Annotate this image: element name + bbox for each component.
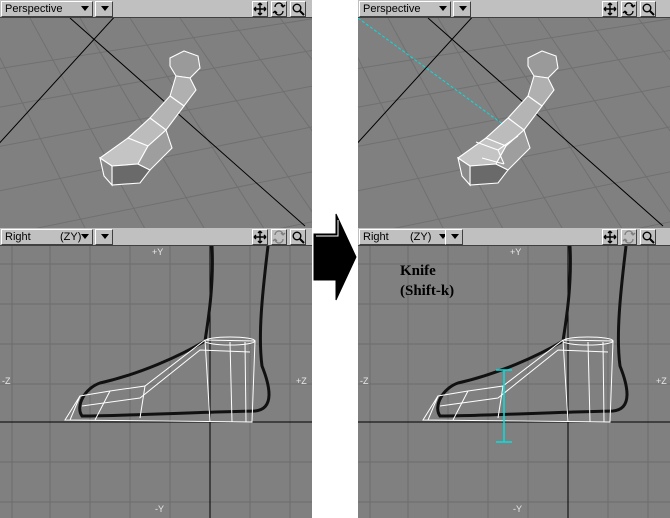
- chevron-down-icon: [459, 6, 467, 11]
- magnifier-icon: [292, 3, 305, 16]
- perspective-scene: [358, 18, 670, 228]
- axis-label-top: +Y: [152, 247, 164, 257]
- rotate-view-button[interactable]: [621, 229, 637, 245]
- rotate-view-button[interactable]: [621, 1, 637, 17]
- boot-mesh: [99, 50, 201, 187]
- rotate-view-button[interactable]: [271, 229, 287, 245]
- magnifier-icon: [292, 231, 305, 244]
- right-arrow-icon: [313, 213, 357, 301]
- move-icon: [253, 230, 267, 244]
- move-icon: [253, 2, 267, 16]
- rotate-icon: [272, 2, 286, 16]
- axis-label-bottom: -Y: [513, 504, 522, 514]
- axis-label: (ZY): [410, 231, 432, 243]
- axis-label-top: +Y: [510, 247, 522, 257]
- right-perspective-viewport[interactable]: Perspective: [358, 0, 670, 228]
- reference-outline: [436, 246, 629, 418]
- left-perspective-viewport[interactable]: Perspective: [0, 0, 312, 228]
- reference-outline: [78, 246, 271, 418]
- view-options-dropdown[interactable]: [95, 1, 113, 17]
- tool-shortcut: (Shift-k): [400, 283, 455, 299]
- view-type-dropdown[interactable]: Perspective: [359, 1, 451, 17]
- chevron-down-icon: [439, 6, 447, 11]
- chevron-down-icon: [101, 6, 109, 11]
- view-type-dropdown[interactable]: Right (ZY): [1, 229, 93, 245]
- view-options-dropdown[interactable]: [453, 1, 471, 17]
- chevron-down-icon: [451, 234, 459, 239]
- chevron-down-icon: [81, 6, 89, 11]
- view-type-label: Perspective: [5, 3, 63, 15]
- axis-label-left: -Z: [360, 376, 369, 386]
- rotate-icon: [622, 230, 636, 244]
- move-view-button[interactable]: [602, 1, 618, 17]
- view-type-label: Perspective: [363, 3, 421, 15]
- zoom-view-button[interactable]: [290, 229, 306, 245]
- axis-label-left: -Z: [2, 376, 11, 386]
- view-type-label: Right: [5, 231, 31, 243]
- view-options-dropdown[interactable]: [95, 229, 113, 245]
- move-icon: [603, 2, 617, 16]
- view-options-dropdown[interactable]: [445, 229, 463, 245]
- tool-annotation: Knife (Shift-k): [400, 261, 454, 301]
- move-view-button[interactable]: [252, 229, 268, 245]
- boot-wireframe: [422, 336, 614, 423]
- magnifier-icon: [642, 3, 655, 16]
- viewport-toolbar: Perspective: [358, 0, 670, 18]
- zoom-view-button[interactable]: [640, 229, 656, 245]
- rotate-icon: [272, 230, 286, 244]
- left-panel: Perspective Right (ZY) +Y -Y -Z +Z: [0, 0, 312, 518]
- viewport-toolbar: Perspective: [0, 0, 312, 18]
- axis-label-bottom: -Y: [155, 504, 164, 514]
- magnifier-icon: [642, 231, 655, 244]
- axis-label: (ZY): [60, 231, 82, 243]
- viewport-toolbar: Right (ZY): [0, 228, 312, 246]
- view-type-dropdown[interactable]: Perspective: [1, 1, 93, 17]
- move-view-button[interactable]: [602, 229, 618, 245]
- boot-wireframe: [64, 336, 256, 423]
- view-type-dropdown[interactable]: Right (ZY): [359, 229, 451, 245]
- chevron-down-icon: [101, 234, 109, 239]
- left-right-viewport[interactable]: Right (ZY) +Y -Y -Z +Z: [0, 228, 312, 518]
- orthographic-scene: [0, 246, 312, 518]
- knife-plane-line: [358, 18, 509, 129]
- rotate-view-button[interactable]: [271, 1, 287, 17]
- chevron-down-icon: [81, 234, 89, 239]
- right-panel: Perspective Right (ZY) +Y -Y -Z +Z: [358, 0, 670, 518]
- boot-mesh: [457, 50, 559, 187]
- rotate-icon: [622, 2, 636, 16]
- viewport-toolbar: Right (ZY): [358, 228, 670, 246]
- view-type-label: Right: [363, 231, 389, 243]
- axis-label-right: +Z: [656, 376, 667, 386]
- tool-name: Knife: [400, 263, 436, 279]
- perspective-scene: [0, 18, 312, 228]
- zoom-view-button[interactable]: [640, 1, 656, 17]
- move-icon: [603, 230, 617, 244]
- move-view-button[interactable]: [252, 1, 268, 17]
- zoom-view-button[interactable]: [290, 1, 306, 17]
- axis-label-right: +Z: [296, 376, 307, 386]
